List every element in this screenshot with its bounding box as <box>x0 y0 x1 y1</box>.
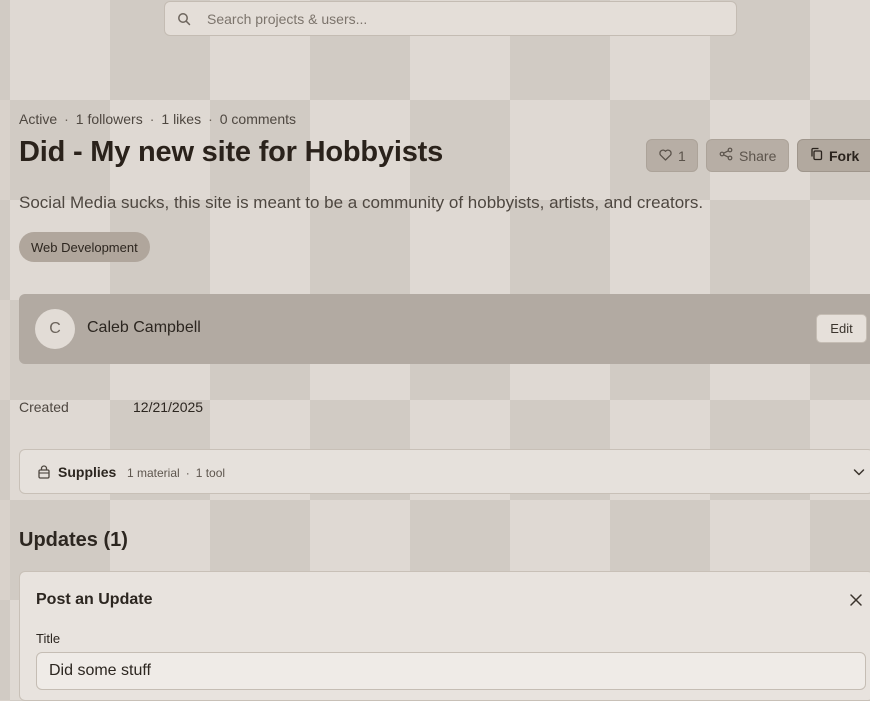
project-description: Social Media sucks, this site is meant t… <box>19 193 704 212</box>
form-title: Post an Update <box>36 591 153 608</box>
bag-icon <box>37 465 51 479</box>
supplies-counts: 1 material · 1 tool <box>127 466 225 480</box>
post-update-form: Post an Update Title <box>19 571 870 701</box>
project-title: Did - My new site for Hobbyists <box>19 136 444 168</box>
materials-count: 1 material <box>127 466 180 480</box>
heart-icon <box>659 148 672 164</box>
likes-count: 1 likes <box>161 111 202 127</box>
separator-dot: · <box>208 111 213 127</box>
supplies-accordion[interactable]: Supplies 1 material · 1 tool <box>19 449 870 494</box>
tools-count: 1 tool <box>195 466 226 480</box>
copy-icon <box>810 147 823 164</box>
title-field[interactable] <box>36 652 866 690</box>
fork-button[interactable]: Fork <box>797 139 870 172</box>
search-input[interactable] <box>205 9 736 28</box>
comments-count[interactable]: 0 comments <box>220 111 296 127</box>
category-tag[interactable]: Web Development <box>19 232 150 262</box>
owner-card: C Caleb Campbell Edit <box>19 294 870 364</box>
followers-count[interactable]: 1 followers <box>76 111 143 127</box>
created-date: 12/21/2025 <box>133 399 204 415</box>
title-field-label: Title <box>36 631 61 646</box>
like-button[interactable]: 1 <box>646 139 698 172</box>
avatar[interactable]: C <box>35 309 75 349</box>
updates-heading: Updates (1) <box>19 529 128 551</box>
project-meta: Active · 1 followers · 1 likes · 0 comme… <box>19 111 296 127</box>
created-label: Created <box>19 399 69 415</box>
search-bar[interactable] <box>164 1 737 36</box>
separator-dot: · <box>64 111 69 127</box>
close-icon[interactable] <box>849 593 863 607</box>
owner-name[interactable]: Caleb Campbell <box>87 319 201 337</box>
share-button[interactable]: Share <box>706 139 789 172</box>
share-icon <box>719 147 733 164</box>
edit-button[interactable]: Edit <box>816 314 867 343</box>
like-count: 1 <box>678 147 686 164</box>
fork-label: Fork <box>829 147 860 164</box>
chevron-down-icon[interactable] <box>852 465 866 479</box>
share-label: Share <box>739 147 777 164</box>
search-icon <box>177 12 191 26</box>
status-label: Active <box>19 111 58 127</box>
supplies-label: Supplies <box>58 464 117 480</box>
project-actions: 1 Share Fork <box>646 139 870 172</box>
separator-dot: · <box>149 111 155 127</box>
separator-dot: · <box>185 466 190 480</box>
